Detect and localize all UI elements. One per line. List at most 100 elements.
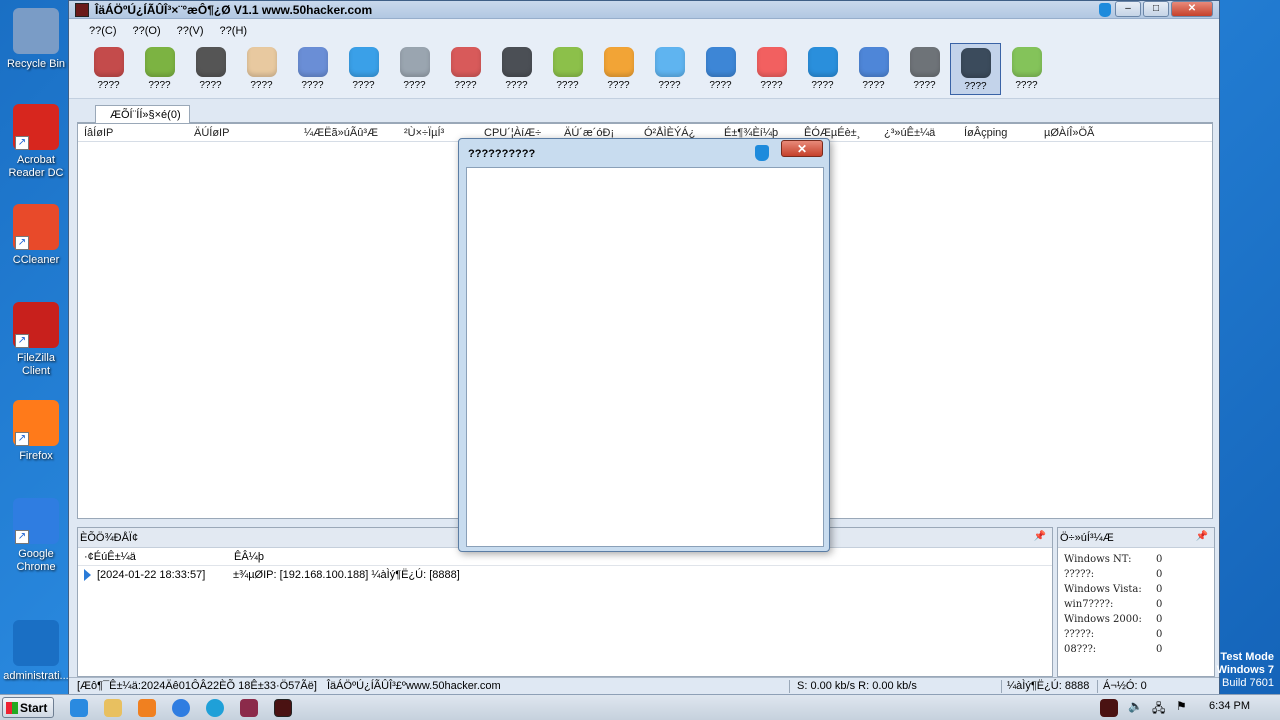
- desktop-icon[interactable]: ↗ Acrobat Reader DC: [2, 104, 70, 180]
- action-center-flag-icon[interactable]: ⚑: [1176, 699, 1194, 717]
- toolbar-button[interactable]: ????: [644, 43, 695, 95]
- desktop-icon-label: Acrobat Reader DC: [8, 154, 64, 179]
- edge-icon[interactable]: [206, 699, 224, 717]
- column-header[interactable]: µØÀíÎ»ÖÃ: [1038, 124, 1118, 141]
- shortcut-arrow-icon: ↗: [15, 432, 29, 446]
- menu-bar: ??(C) ??(O) ??(V) ??(H): [69, 19, 1219, 43]
- toolbar-button[interactable]: ????: [950, 43, 1001, 95]
- shortcut-arrow-icon: ↗: [15, 530, 29, 544]
- chrome-icon[interactable]: [172, 699, 190, 717]
- toolbar-button-label: ????: [199, 80, 222, 91]
- status-site: ÎäÁÖºÚ¿ÍÃÛÎ³£ºwww.50hacker.com: [327, 680, 501, 692]
- toolbar-button[interactable]: ????: [440, 43, 491, 95]
- menu-help[interactable]: ??(H): [212, 25, 256, 37]
- close-button[interactable]: ✕: [1171, 1, 1213, 17]
- os-count: 0: [1156, 629, 1163, 640]
- network-icon[interactable]: 🖧: [1152, 699, 1170, 717]
- toolbar-button[interactable]: ????: [1001, 43, 1052, 95]
- toolbar-button[interactable]: ????: [695, 43, 746, 95]
- toolbar-button[interactable]: ????: [185, 43, 236, 95]
- desktop-icon[interactable]: Recycle Bin: [2, 8, 70, 71]
- desktop-icon-label: Recycle Bin: [6, 58, 66, 70]
- tool-icon: [705, 47, 736, 77]
- toolbar-button[interactable]: ????: [134, 43, 185, 95]
- toolbar-button[interactable]: ????: [593, 43, 644, 95]
- toolbar-button[interactable]: ????: [797, 43, 848, 95]
- tool-icon: [603, 47, 634, 77]
- toolbar-button[interactable]: ????: [848, 43, 899, 95]
- desktop-icon-label: FileZilla Client: [17, 352, 55, 377]
- toolbar-button[interactable]: ????: [389, 43, 440, 95]
- log-time: [2024-01-22 18:33:57]: [97, 569, 206, 581]
- column-header[interactable]: ¿³»úÊ±¼ä: [878, 124, 958, 141]
- tab-strip: ÆÕÍ¨ÍÍ»§×é(0): [77, 103, 1213, 124]
- row-arrow-icon: [84, 569, 91, 581]
- tab-default-group[interactable]: ÆÕÍ¨ÍÍ»§×é(0): [95, 105, 190, 124]
- toolbar-button-label: ????: [658, 80, 681, 91]
- winrar-icon[interactable]: [240, 699, 258, 717]
- explorer-icon[interactable]: [104, 699, 122, 717]
- dialog-skin-icon[interactable]: [755, 145, 769, 161]
- toolbar-button-label: ????: [403, 80, 426, 91]
- toolbar-button[interactable]: ????: [542, 43, 593, 95]
- log-row[interactable]: [2024-01-22 18:33:57] ±¾µØIP: [192.168.1…: [78, 566, 1052, 584]
- windows-logo-icon: [6, 702, 18, 714]
- maximize-button[interactable]: □: [1143, 1, 1169, 17]
- skin-icon[interactable]: [1099, 3, 1111, 17]
- desktop-icon[interactable]: ↗ CCleaner: [2, 204, 70, 267]
- desktop-icon[interactable]: ↗ FileZilla Client: [2, 302, 70, 378]
- clock[interactable]: 6:34 PM: [1209, 700, 1250, 712]
- pin-icon[interactable]: 📌: [1034, 531, 1046, 542]
- media-player-icon[interactable]: [138, 699, 156, 717]
- tool-icon: [93, 47, 124, 77]
- desktop-icon[interactable]: ↗ Firefox: [2, 400, 70, 463]
- menu-options[interactable]: ??(O): [125, 25, 169, 37]
- toolbar-button[interactable]: ????: [491, 43, 542, 95]
- column-header[interactable]: ¼ÆËã»úÃû³Æ: [298, 124, 398, 141]
- minimize-button[interactable]: –: [1115, 1, 1141, 17]
- ie-icon[interactable]: [70, 699, 88, 717]
- os-count: 0: [1156, 644, 1163, 655]
- column-header[interactable]: ÍâÍøIP: [78, 124, 188, 141]
- os-count: 0: [1156, 599, 1163, 610]
- test-mode-watermark: Test Mode Windows 7 Build 7601: [1216, 651, 1274, 689]
- pin-icon[interactable]: 📌: [1196, 531, 1208, 542]
- os-name: ?????:: [1064, 629, 1095, 640]
- toolbar-button[interactable]: ????: [746, 43, 797, 95]
- status-start-time: [Æô¶¯Ê±¼ä:2024Äê01ÔÂ22ÈÕ 18Ê±33·Ö57Ãë]: [77, 680, 317, 692]
- dialog-body[interactable]: [466, 167, 824, 547]
- column-header[interactable]: ÍøÂçping: [958, 124, 1038, 141]
- tool-icon: [246, 47, 277, 77]
- desktop-app-icon: ↗: [13, 104, 59, 150]
- tray-app-icon[interactable]: [1100, 699, 1118, 717]
- toolbar-button-label: ????: [913, 80, 936, 91]
- os-stat-row: Windows 2000: 0: [1058, 614, 1214, 629]
- desktop-icon[interactable]: ↗ Google Chrome: [2, 498, 70, 574]
- taskbar: Start 🔈 🖧 ⚑ 6:34 PM: [0, 694, 1280, 720]
- desktop-icon[interactable]: administrati...: [2, 620, 70, 683]
- os-panel-title: Ö÷»úÍ³¼Æ 📌: [1058, 528, 1214, 548]
- volume-icon[interactable]: 🔈: [1128, 699, 1146, 717]
- window-title: ÎäÁÖºÚ¿ÍÃÛÎ³×¨°æÔ¶¿Ø V1.1 www.50hacker.c…: [95, 2, 373, 17]
- os-name: Windows NT:: [1064, 554, 1132, 565]
- column-header[interactable]: ÄÚÍøIP: [188, 124, 298, 141]
- os-count: 0: [1156, 569, 1163, 580]
- log-event: ±¾µØIP: [192.168.100.188] ¼àÌý¶Ë¿Ú: [888…: [233, 569, 460, 581]
- toolbar-button[interactable]: ????: [287, 43, 338, 95]
- menu-view[interactable]: ??(V): [169, 25, 212, 37]
- toolbar-button[interactable]: ????: [899, 43, 950, 95]
- toolbar-button-label: ????: [352, 80, 375, 91]
- menu-control[interactable]: ??(C): [81, 25, 125, 37]
- status-speed: S: 0.00 kb/s R: 0.00 kb/s: [797, 680, 917, 692]
- toolbar-button-label: ????: [148, 80, 171, 91]
- os-count: 0: [1156, 584, 1163, 595]
- dialog-close-button[interactable]: ✕: [781, 140, 823, 157]
- toolbar-button[interactable]: ????: [236, 43, 287, 95]
- shortcut-arrow-icon: ↗: [15, 136, 29, 150]
- toolbar-button[interactable]: ????: [338, 43, 389, 95]
- desktop-icon-label: Google Chrome: [16, 548, 56, 573]
- start-button[interactable]: Start: [2, 697, 54, 718]
- toolbar-button-label: ????: [454, 80, 477, 91]
- toolbar-button[interactable]: ????: [83, 43, 134, 95]
- remote-app-taskbar-icon[interactable]: [274, 699, 292, 717]
